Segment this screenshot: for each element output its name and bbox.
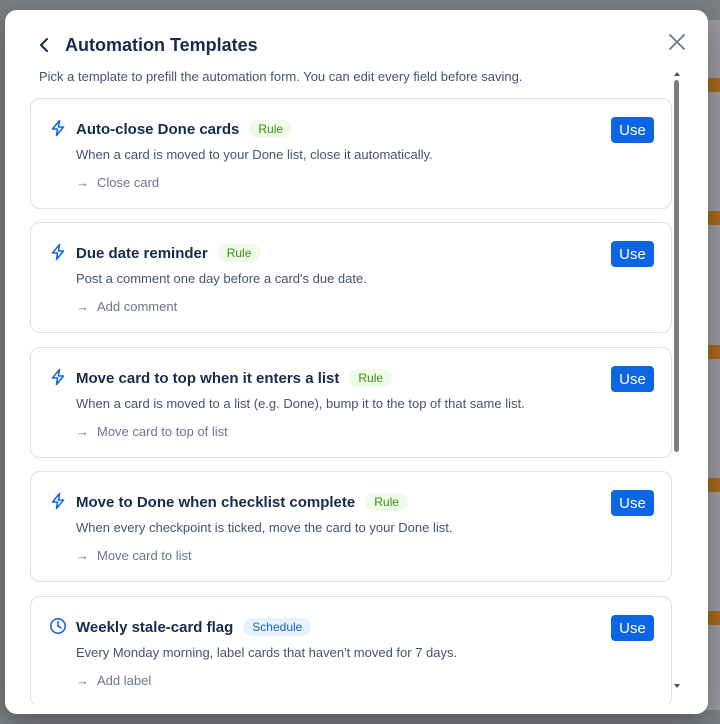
- back-button[interactable]: [35, 35, 55, 55]
- template-description: Every Monday morning, label cards that h…: [76, 645, 458, 660]
- dialog-header: Automation Templates: [5, 10, 708, 70]
- use-template-button[interactable]: Use: [611, 615, 654, 641]
- template-card: Weekly stale-card flag Schedule Every Mo…: [30, 596, 672, 704]
- template-name: Move to Done when checklist complete: [76, 493, 356, 511]
- template-name-row: Due date reminder Rule: [76, 244, 261, 262]
- template-action-label: Move card to list: [97, 548, 192, 563]
- arrow-right-icon: →: [76, 175, 89, 190]
- template-name: Due date reminder: [76, 244, 208, 262]
- use-template-button[interactable]: Use: [611, 117, 654, 143]
- scroll-up-arrow-icon[interactable]: [674, 72, 680, 76]
- lightning-icon: [51, 492, 65, 510]
- template-description: When a card is moved to a list (e.g. Don…: [76, 396, 525, 411]
- template-card: Move card to top when it enters a list R…: [30, 347, 672, 458]
- template-action-label: Move card to top of list: [97, 424, 228, 439]
- rule-badge: Rule: [217, 244, 261, 262]
- card-label-backdrop: [706, 78, 720, 92]
- use-template-button[interactable]: Use: [611, 490, 654, 516]
- template-action: → Move card to list: [76, 548, 192, 563]
- template-name-row: Auto-close Done cards Rule: [76, 120, 293, 138]
- template-name: Move card to top when it enters a list: [76, 369, 340, 387]
- rule-badge: Rule: [249, 120, 293, 138]
- arrow-right-icon: →: [76, 299, 89, 314]
- rule-badge: Rule: [365, 493, 408, 511]
- template-name-row: Move card to top when it enters a list R…: [76, 369, 393, 387]
- clock-icon: [50, 618, 66, 634]
- template-action-label: Close card: [97, 175, 160, 190]
- use-template-button[interactable]: Use: [611, 366, 654, 392]
- card-label-backdrop: [706, 478, 720, 492]
- template-name: Auto-close Done cards: [76, 120, 240, 138]
- template-action: → Move card to top of list: [76, 424, 228, 439]
- template-name-row: Weekly stale-card flag Schedule: [76, 618, 312, 636]
- template-list: Auto-close Done cards Rule When a card i…: [30, 98, 672, 704]
- scrollbar-thumb[interactable]: [674, 80, 679, 452]
- lightning-icon: [51, 368, 65, 386]
- close-button[interactable]: [666, 31, 688, 53]
- use-template-button[interactable]: Use: [611, 241, 654, 267]
- card-label-backdrop: [706, 211, 720, 225]
- template-name: Weekly stale-card flag: [76, 618, 234, 636]
- arrow-right-icon: →: [76, 424, 89, 439]
- dialog-title: Automation Templates: [65, 35, 258, 55]
- template-card: Auto-close Done cards Rule When a card i…: [30, 98, 672, 209]
- card-label-backdrop: [706, 611, 720, 625]
- scrollbar[interactable]: [673, 72, 681, 696]
- lightning-icon: [51, 119, 65, 137]
- card-label-backdrop: [706, 345, 720, 359]
- rule-badge: Rule: [349, 369, 393, 387]
- schedule-badge: Schedule: [243, 618, 312, 636]
- template-description: Post a comment one day before a card's d…: [76, 271, 367, 286]
- template-description: When a card is moved to your Done list, …: [76, 147, 433, 162]
- template-action: → Close card: [76, 175, 159, 190]
- arrow-right-icon: →: [76, 548, 89, 563]
- template-action-label: Add label: [97, 673, 152, 688]
- template-card: Due date reminder Rule Post a comment on…: [30, 222, 672, 333]
- template-name-row: Move to Done when checklist complete Rul…: [76, 493, 408, 511]
- template-action: → Add label: [76, 673, 151, 688]
- arrow-right-icon: →: [76, 673, 89, 688]
- lightning-icon: [51, 243, 65, 261]
- template-action-label: Add comment: [97, 299, 178, 314]
- template-action: → Add comment: [76, 299, 177, 314]
- dialog-subtitle: Pick a template to prefill the automatio…: [39, 69, 523, 84]
- template-description: When every checkpoint is ticked, move th…: [76, 520, 453, 535]
- automation-templates-dialog: Automation Templates Pick a template to …: [5, 10, 708, 714]
- template-card: Move to Done when checklist complete Rul…: [30, 471, 672, 582]
- scroll-down-arrow-icon[interactable]: [674, 684, 680, 688]
- chevron-left-icon: [40, 38, 48, 52]
- close-icon: [669, 34, 685, 50]
